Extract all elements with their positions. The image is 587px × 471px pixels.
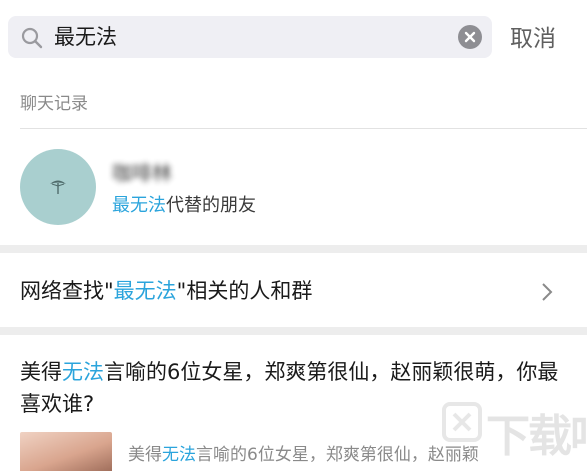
chat-record-result[interactable]: 咖啡林 最无法代替的朋友 xyxy=(0,129,587,245)
article-title-prefix: 美得 xyxy=(20,360,62,384)
network-keyword: 最无法 xyxy=(113,279,177,303)
article-snippet: 美得无法言喻的6位女星，郑爽第很仙，赵丽颖 xyxy=(128,440,568,465)
article-snippet-rest: 言喻的6位女星，郑爽第很仙，赵丽颖 xyxy=(196,445,479,465)
clear-button[interactable] xyxy=(458,25,482,49)
article-thumbnail[interactable] xyxy=(20,432,112,471)
search-screen: 取消 聊天记录 咖啡林 最无法代替的朋友 网络查找"最无法"相关的人和群 美得无… xyxy=(0,0,587,471)
network-prefix: 网络查找" xyxy=(20,279,114,303)
article-snippet-highlight: 无法 xyxy=(162,445,196,465)
chevron-right-icon xyxy=(542,283,553,301)
search-bar[interactable] xyxy=(8,16,492,58)
article-title[interactable]: 美得无法言喻的6位女星，郑爽第很仙，赵丽颖很萌，你最喜欢谁? xyxy=(20,356,560,420)
avatar xyxy=(20,149,96,225)
network-search-label: 网络查找"最无法"相关的人和群 xyxy=(20,275,312,305)
search-input[interactable] xyxy=(54,16,444,58)
match-highlight: 最无法 xyxy=(112,195,166,216)
clear-icon xyxy=(464,31,476,43)
match-rest: 代替的朋友 xyxy=(166,195,256,216)
network-suffix: "相关的人和群 xyxy=(176,279,313,303)
article-snippet-prefix: 美得 xyxy=(128,445,162,465)
section-gap xyxy=(0,327,587,335)
cancel-button[interactable]: 取消 xyxy=(510,22,556,56)
section-label-chat-records: 聊天记录 xyxy=(20,94,88,114)
article-title-highlight: 无法 xyxy=(62,360,104,384)
contact-name: 咖啡林 xyxy=(112,161,172,185)
tree-icon xyxy=(50,180,66,194)
network-search-row[interactable]: 网络查找"最无法"相关的人和群 xyxy=(0,253,587,327)
search-icon xyxy=(21,27,43,49)
matched-message: 最无法代替的朋友 xyxy=(112,191,256,217)
section-gap xyxy=(0,245,587,253)
